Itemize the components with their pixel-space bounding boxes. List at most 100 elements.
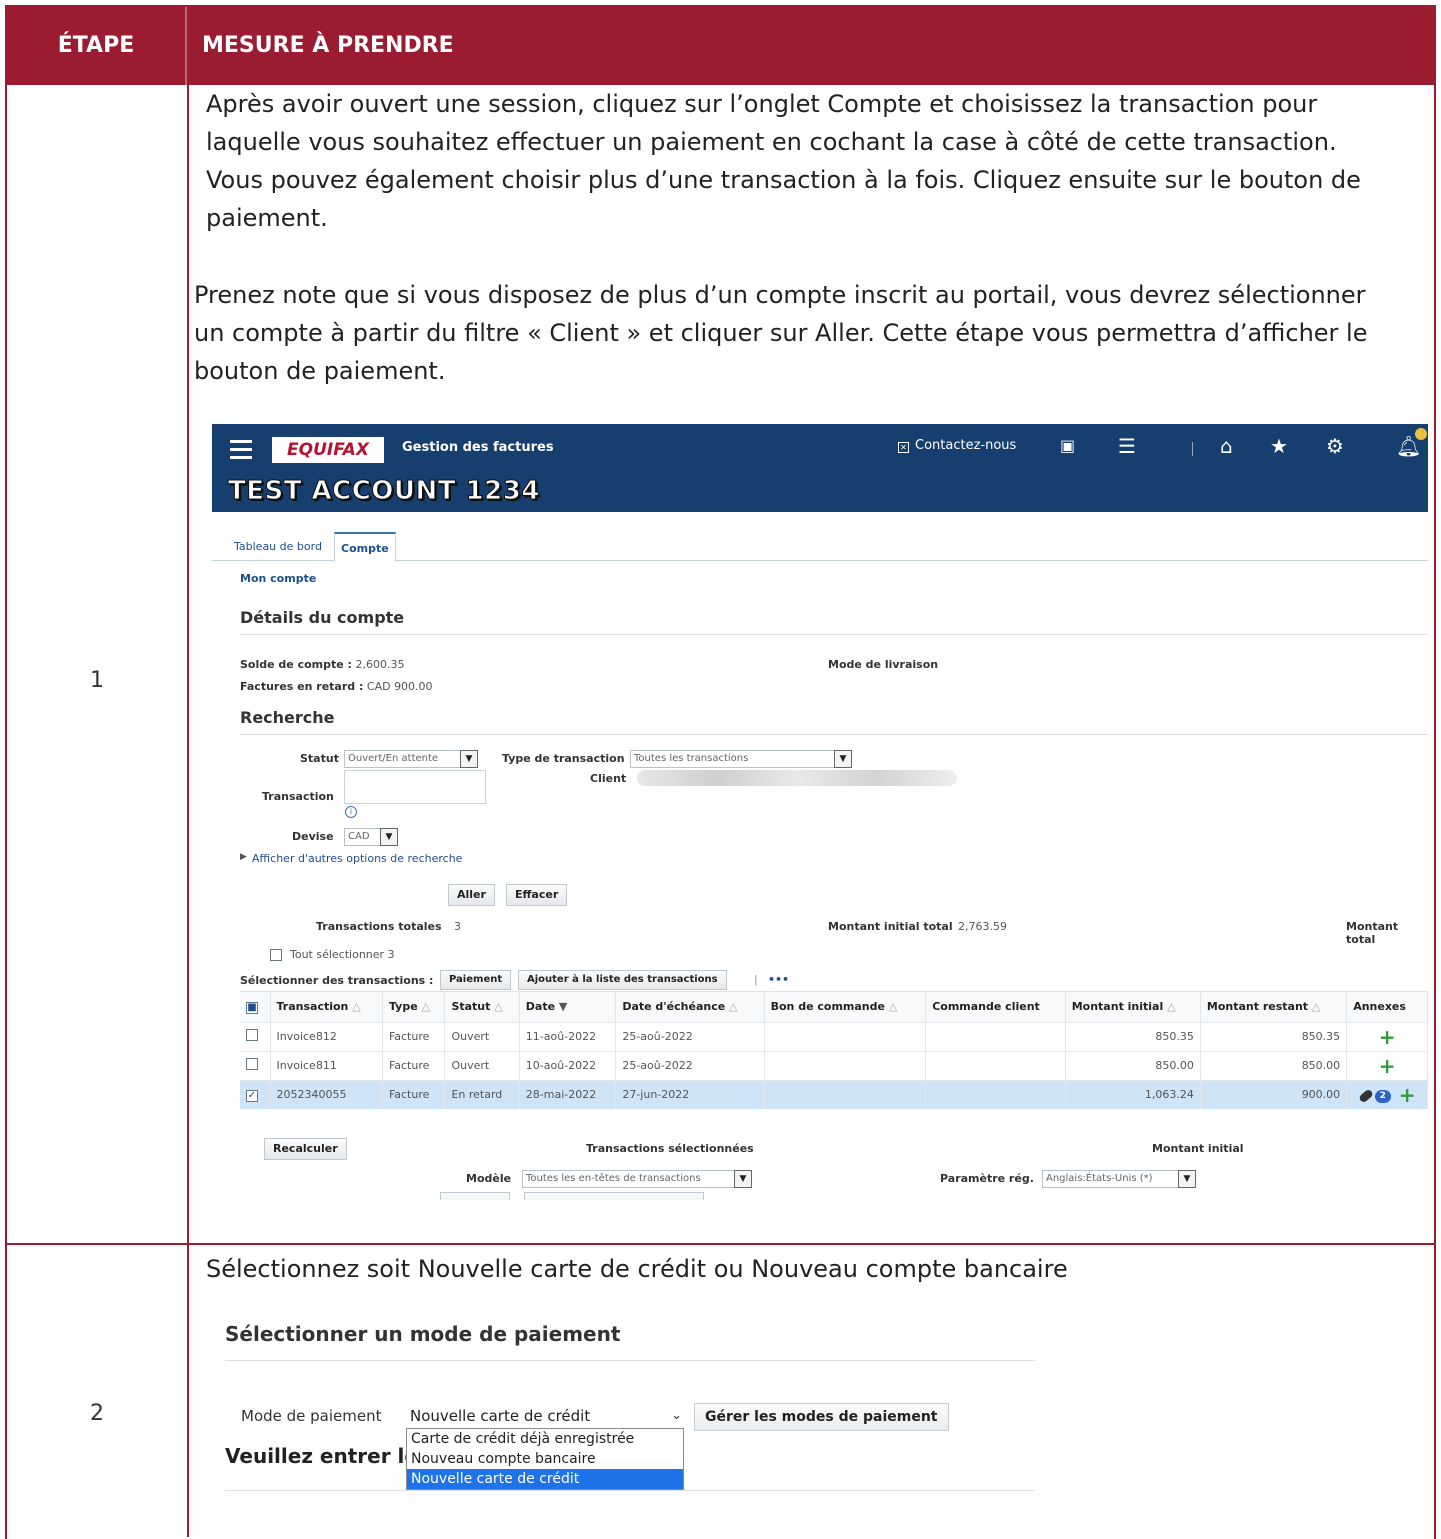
total-transactions-value: 3	[454, 920, 461, 933]
cell-transaction[interactable]: Invoice812	[270, 1021, 383, 1051]
col-date[interactable]: Date ▼	[519, 992, 617, 1022]
go-button[interactable]: Aller	[448, 884, 495, 906]
menu-icon[interactable]	[230, 440, 252, 459]
cell-order	[925, 1021, 1066, 1051]
home-icon[interactable]: ⌂	[1220, 434, 1233, 458]
star-icon[interactable]: ★	[1270, 434, 1288, 458]
payment-button[interactable]: Paiement	[440, 970, 512, 990]
cell-po	[764, 1079, 927, 1109]
model-select[interactable]: Toutes les en-têtes de transactions ▼	[522, 1170, 752, 1188]
col-initial[interactable]: Montant initial △	[1065, 992, 1201, 1022]
chevron-down-icon: ⌄	[671, 1408, 682, 1423]
row-checkbox[interactable]	[246, 1029, 258, 1041]
sort-icon: △	[888, 1000, 898, 1014]
type-select[interactable]: Toutes les transactions ▼	[630, 750, 852, 768]
details-title: Détails du compte	[240, 608, 405, 627]
portal-screenshot: EQUIFAX Gestion des factures ✕ Contactez-…	[212, 424, 1428, 1200]
col-status[interactable]: Statut △	[444, 992, 520, 1022]
col-attachments: Annexes	[1346, 992, 1428, 1022]
cell-type: Facture	[382, 1050, 446, 1080]
region-select[interactable]: Anglais:États-Unis (*) ▼	[1042, 1170, 1196, 1188]
header-select-all[interactable]: ■	[240, 992, 271, 1022]
col-transaction-label: Transaction	[276, 1000, 349, 1014]
row-select[interactable]	[240, 1050, 271, 1080]
select-all-label: Tout sélectionner 3	[290, 948, 395, 961]
more-actions-icon[interactable]: •••	[768, 973, 789, 986]
tab-account[interactable]: Compte	[334, 532, 396, 562]
sort-icon: △	[1167, 1000, 1176, 1014]
select-all-checkbox[interactable]	[270, 949, 282, 961]
row-select[interactable]	[240, 1021, 271, 1051]
cut-off-button[interactable]	[440, 1192, 510, 1200]
type-label: Type de transaction	[502, 752, 625, 765]
cell-due: 25-aoû-2022	[615, 1021, 765, 1051]
table-row[interactable]: ✓ 2052340055 Facture En retard 28-mai-20…	[240, 1079, 1428, 1109]
header-checkbox[interactable]: ■	[246, 1001, 258, 1014]
header-step: ÉTAPE	[7, 7, 187, 85]
cell-transaction[interactable]: Invoice811	[270, 1050, 383, 1080]
col-due-date[interactable]: Date d'échéance △	[615, 992, 765, 1022]
col-remaining[interactable]: Montant restant △	[1200, 992, 1348, 1022]
cell-order	[925, 1079, 1066, 1109]
breadcrumb[interactable]: Mon compte	[240, 572, 316, 585]
cell-status: Ouvert	[444, 1050, 520, 1080]
cell-po	[764, 1050, 927, 1080]
add-attachment-icon[interactable]: +	[1346, 1021, 1428, 1051]
cell-initial: 850.00	[1065, 1050, 1201, 1080]
recalculate-button[interactable]: Recalculer	[264, 1138, 347, 1160]
transaction-input[interactable]	[344, 770, 486, 804]
overdue-row: Factures en retard : CAD 900.00	[240, 680, 433, 693]
col-po[interactable]: Bon de commande △	[764, 992, 927, 1022]
top-bar-separator	[1192, 442, 1193, 456]
status-label: Statut	[300, 752, 339, 765]
table-header-row: ■ Transaction △ Type △ Statut △ Date ▼ D…	[240, 992, 1428, 1022]
row-checkbox[interactable]	[246, 1058, 258, 1070]
tab-dashboard[interactable]: Tableau de bord	[228, 532, 328, 561]
search-title: Recherche	[240, 708, 335, 727]
status-select[interactable]: Ouvert/En attente ▼	[344, 750, 478, 768]
disclosure-triangle-icon[interactable]: ▶	[240, 852, 247, 862]
paperclip-icon[interactable]	[1357, 1088, 1374, 1104]
gear-icon[interactable]: ⚙	[1326, 434, 1344, 458]
balance-value: 2,600.35	[355, 658, 405, 671]
payment-dialog-title: Sélectionner un mode de paiement	[225, 1322, 621, 1346]
search-doc-icon[interactable]: ▣	[1060, 434, 1075, 458]
toolbar-separator: |	[754, 973, 758, 986]
table-row[interactable]: Invoice812 Facture Ouvert 11-aoû-2022 25…	[240, 1021, 1428, 1051]
col-transaction[interactable]: Transaction △	[270, 992, 383, 1022]
col-type[interactable]: Type △	[382, 992, 446, 1022]
cell-remaining: 900.00	[1200, 1079, 1348, 1109]
col-type-label: Type	[388, 1000, 418, 1014]
col-order[interactable]: Commande client	[925, 992, 1066, 1022]
cell-transaction[interactable]: 2052340055	[270, 1079, 383, 1109]
table-row[interactable]: Invoice811 Facture Ouvert 10-aoû-2022 25…	[240, 1050, 1428, 1080]
cut-off-button[interactable]	[524, 1192, 704, 1200]
model-label: Modèle	[466, 1172, 512, 1185]
info-icon[interactable]: i	[345, 806, 357, 818]
add-to-list-button[interactable]: Ajouter à la liste des transactions	[518, 970, 727, 990]
col-status-label: Statut	[451, 1000, 491, 1014]
add-attachment-icon[interactable]: +	[1399, 1083, 1416, 1107]
option-new-credit-card[interactable]: Nouvelle carte de crédit	[407, 1469, 683, 1489]
cell-type: Facture	[382, 1079, 446, 1109]
app-title: Gestion des factures	[402, 440, 554, 455]
manage-payment-methods-button[interactable]: Gérer les modes de paiement	[694, 1403, 949, 1431]
add-attachment-icon[interactable]: +	[1346, 1050, 1428, 1080]
list-icon[interactable]: ☰	[1118, 434, 1136, 458]
clear-button[interactable]: Effacer	[506, 884, 568, 906]
row-divider	[7, 1243, 1434, 1245]
cell-due: 25-aoû-2022	[615, 1050, 765, 1080]
attachments-cell[interactable]: 2 +	[1346, 1079, 1428, 1109]
row-checkbox-checked[interactable]: ✓	[246, 1089, 258, 1102]
col-remaining-label: Montant restant	[1206, 1000, 1309, 1014]
divider	[240, 634, 1428, 635]
row-select[interactable]: ✓	[240, 1079, 271, 1109]
option-saved-card[interactable]: Carte de crédit déjà enregistrée	[407, 1429, 683, 1449]
currency-select[interactable]: CAD ▼	[344, 828, 398, 846]
contact-link[interactable]: ✕ Contactez-nous	[898, 438, 1016, 453]
table-header: ÉTAPE MESURE À PRENDRE	[7, 7, 1434, 85]
payment-method-select[interactable]: Nouvelle carte de crédit ⌄	[406, 1404, 686, 1428]
payment-method-dropdown[interactable]: Carte de crédit déjà enregistrée Nouveau…	[406, 1428, 684, 1490]
option-new-bank-account[interactable]: Nouveau compte bancaire	[407, 1449, 683, 1469]
more-options-link[interactable]: Afficher d'autres options de recherche	[252, 852, 462, 865]
